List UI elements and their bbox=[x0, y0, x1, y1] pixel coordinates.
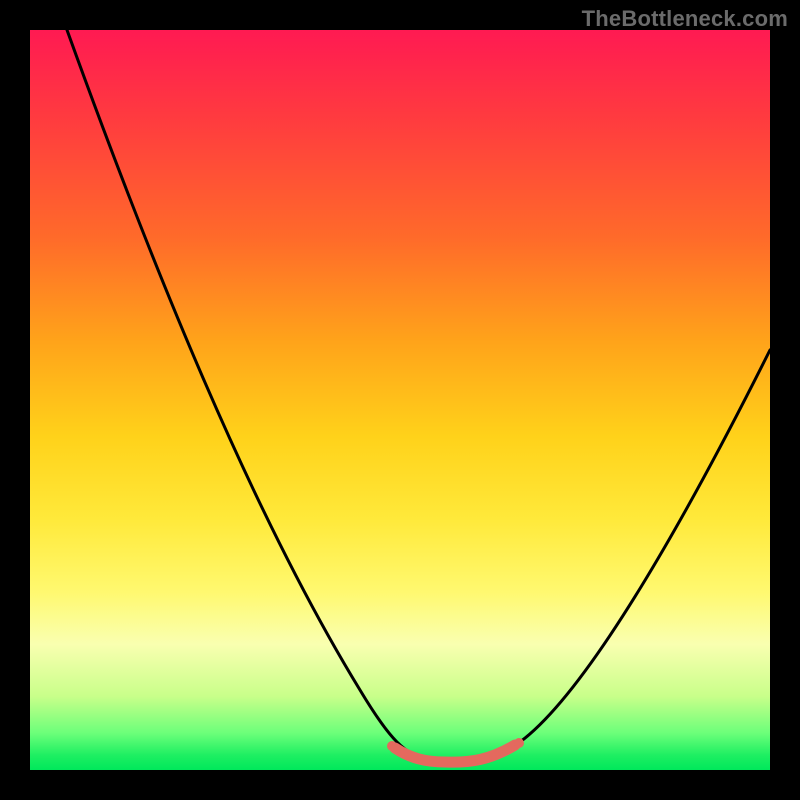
curve-svg bbox=[30, 30, 770, 770]
watermark-text: TheBottleneck.com bbox=[582, 6, 788, 32]
chart-frame: TheBottleneck.com bbox=[0, 0, 800, 800]
bottleneck-curve bbox=[67, 30, 770, 762]
plot-area bbox=[30, 30, 770, 770]
